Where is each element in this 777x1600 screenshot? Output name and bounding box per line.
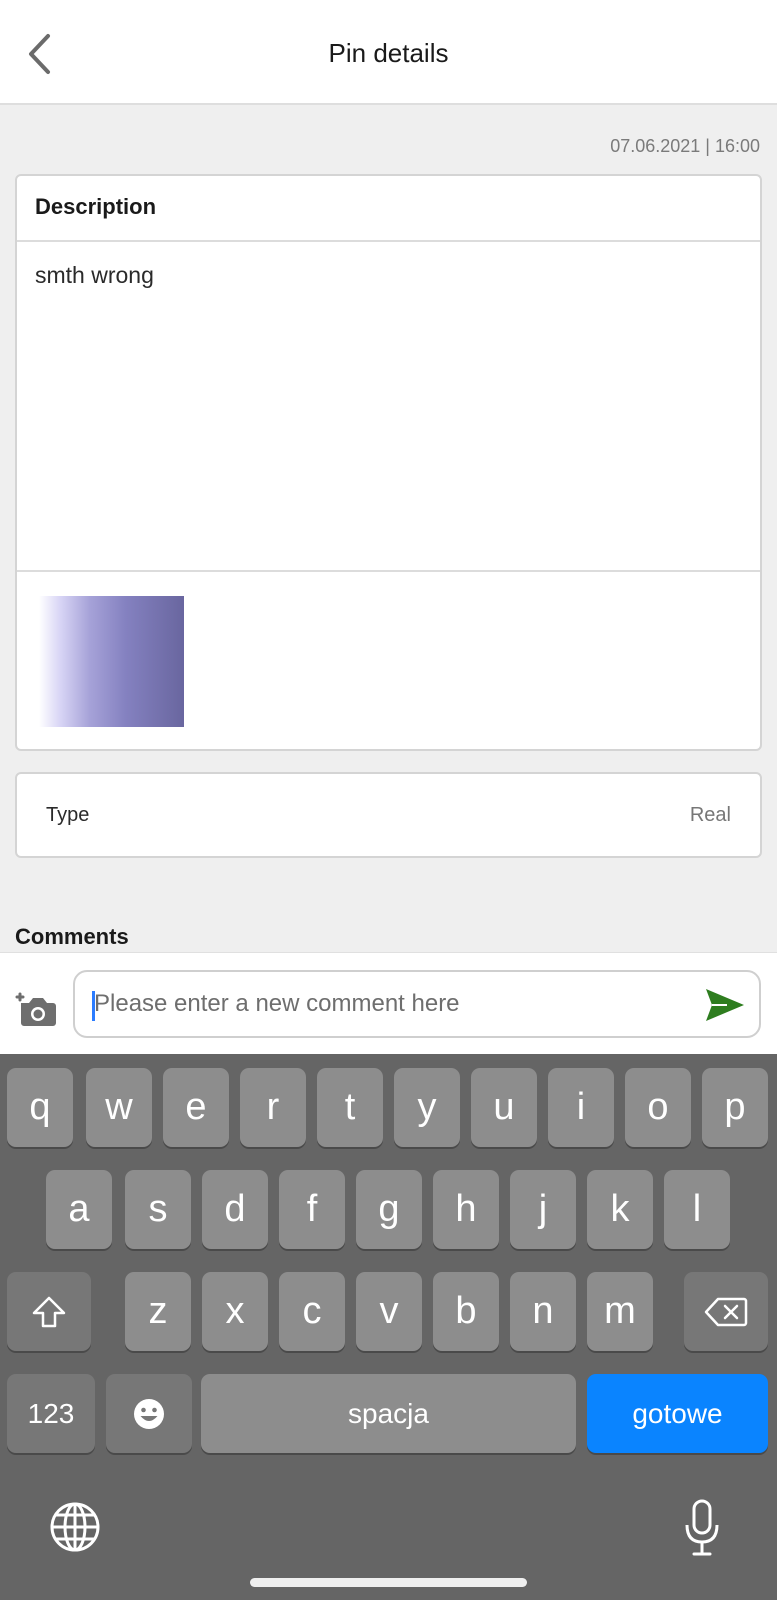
key-f[interactable]: f [279,1170,345,1249]
shift-key[interactable] [7,1272,91,1351]
key-n[interactable]: n [510,1272,576,1351]
numbers-key[interactable]: 123 [7,1374,95,1453]
key-s[interactable]: s [125,1170,191,1249]
type-value: Real [689,804,731,826]
space-key[interactable]: spacja [201,1374,576,1453]
dictation-button[interactable] [682,1498,722,1558]
key-t[interactable]: t [317,1068,383,1147]
globe-button[interactable] [48,1500,102,1554]
key-h[interactable]: h [433,1170,499,1249]
key-z[interactable]: z [125,1272,191,1351]
key-o[interactable]: o [625,1068,691,1147]
emoji-key[interactable] [106,1374,192,1453]
key-g[interactable]: g [356,1170,422,1249]
key-l[interactable]: l [664,1170,730,1249]
key-u[interactable]: u [471,1068,537,1147]
done-key[interactable]: gotowe [587,1374,768,1453]
type-label: Type [46,804,90,826]
key-r[interactable]: r [240,1068,306,1147]
emoji-icon [134,1398,164,1429]
key-i[interactable]: i [548,1068,614,1147]
send-icon [706,989,744,1021]
comment-input[interactable] [94,972,674,1036]
key-v[interactable]: v [356,1272,422,1351]
pin-timestamp: 07.06.2021 | 16:00 [610,136,760,156]
key-a[interactable]: a [46,1170,112,1249]
backspace-key[interactable] [684,1272,768,1351]
backspace-icon [704,1297,748,1326]
description-text: smth wrong [17,242,760,572]
microphone-icon [685,1499,719,1556]
home-indicator[interactable] [250,1578,527,1587]
key-p[interactable]: p [702,1068,768,1147]
key-w[interactable]: w [86,1068,152,1147]
key-c[interactable]: c [279,1272,345,1351]
photo-thumbnail[interactable] [39,596,184,727]
key-y[interactable]: y [394,1068,460,1147]
key-b[interactable]: b [433,1272,499,1351]
app-header: Pin details [0,0,777,105]
globe-icon [50,1502,100,1552]
type-row: Type Real [15,772,762,858]
comment-input-wrapper [73,970,761,1038]
description-card: Description smth wrong [15,174,762,751]
on-screen-keyboard: q w e r t y u i o p a s d f g h j k l z … [0,1054,777,1600]
comment-bar [0,952,777,1054]
key-x[interactable]: x [202,1272,268,1351]
comments-title: Comments [15,924,129,949]
key-j[interactable]: j [510,1170,576,1249]
key-e[interactable]: e [163,1068,229,1147]
key-q[interactable]: q [7,1068,73,1147]
key-k[interactable]: k [587,1170,653,1249]
send-button[interactable] [703,986,747,1024]
key-m[interactable]: m [587,1272,653,1351]
add-photo-button[interactable] [13,987,59,1027]
add-photo-icon [15,992,56,1026]
description-heading: Description [17,176,760,242]
key-d[interactable]: d [202,1170,268,1249]
page-title: Pin details [328,38,449,68]
shift-icon [32,1296,66,1327]
